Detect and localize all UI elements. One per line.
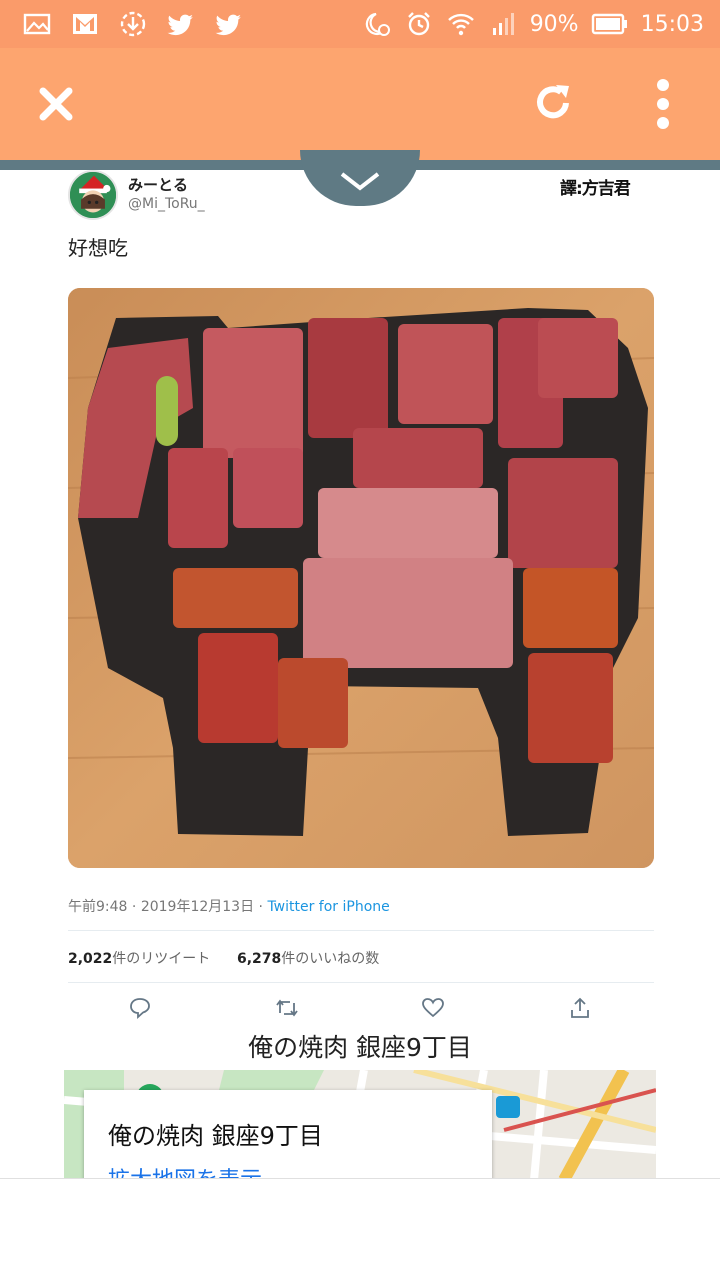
download-icon [118, 9, 148, 39]
clock: 15:03 [640, 11, 704, 37]
tweet-time: 午前9:48 [68, 899, 128, 915]
twitter-icon [166, 9, 196, 39]
view-larger-map-link[interactable]: 拡大地図を表示 [108, 1162, 262, 1178]
night-alarm-icon [362, 9, 392, 39]
meta-separator: · [258, 899, 263, 915]
twitter-icon [214, 9, 244, 39]
battery-percent: 90% [529, 11, 579, 37]
embedded-map[interactable]: 俺の焼肉 銀座9丁目 拡大地図を表示 [64, 1070, 656, 1178]
tweet-text: 好想吃 [68, 236, 128, 260]
close-icon[interactable] [34, 82, 78, 126]
place-title: 俺の焼肉 銀座9丁目 [248, 1033, 472, 1062]
like-count: 6,278 [237, 951, 282, 967]
bottom-divider [0, 1178, 720, 1179]
like-stat[interactable]: 6,278件のいいねの数 [237, 951, 379, 967]
retweet-label: 件のリツイート [112, 951, 211, 967]
more-vert-icon[interactable] [646, 78, 680, 130]
tweet-date[interactable]: 2019年12月13日 [141, 899, 254, 915]
status-bar: 90% 15:03 [0, 0, 720, 48]
retweet-icon[interactable] [275, 996, 299, 1020]
gmail-icon [70, 9, 100, 39]
retweet-count: 2,022 [68, 951, 113, 967]
translator-watermark: 譯:方吉君 [560, 179, 631, 199]
alarm-icon [404, 9, 434, 39]
meta-separator: · [131, 899, 137, 915]
image-icon [22, 9, 52, 39]
battery-icon [591, 9, 629, 39]
tweet-stats: 2,022件のリツイート 6,278件のいいねの数 [68, 948, 379, 968]
divider [68, 982, 654, 983]
like-icon[interactable] [421, 996, 445, 1020]
retweet-stat[interactable]: 2,022件のリツイート [68, 951, 210, 967]
user-handle[interactable]: @Mi_ToRu_ [128, 196, 205, 212]
app-toolbar [0, 48, 720, 160]
tweet-meta: 午前9:48 · 2019年12月13日 · Twitter for iPhon… [68, 896, 390, 916]
avatar[interactable] [68, 170, 118, 220]
display-name[interactable]: みーとる [128, 174, 188, 195]
like-label: 件のいいねの数 [281, 951, 380, 967]
tweet-photo[interactable] [68, 288, 654, 868]
collapse-toolbar-tab[interactable] [300, 150, 420, 206]
map-card-title: 俺の焼肉 銀座9丁目 [108, 1122, 323, 1150]
refresh-icon[interactable] [530, 80, 576, 126]
share-icon[interactable] [568, 996, 592, 1020]
reply-icon[interactable] [128, 996, 152, 1020]
map-info-card: 俺の焼肉 銀座9丁目 拡大地図を表示 [84, 1090, 492, 1178]
signal-icon [488, 9, 518, 39]
wifi-icon [446, 9, 476, 39]
web-content[interactable]: みーとる @Mi_ToRu_ 譯:方吉君 好想吃 午前9:48 · 2019年1… [0, 170, 720, 1178]
divider [68, 930, 654, 931]
tweet-source-link[interactable]: Twitter for iPhone [267, 899, 389, 915]
